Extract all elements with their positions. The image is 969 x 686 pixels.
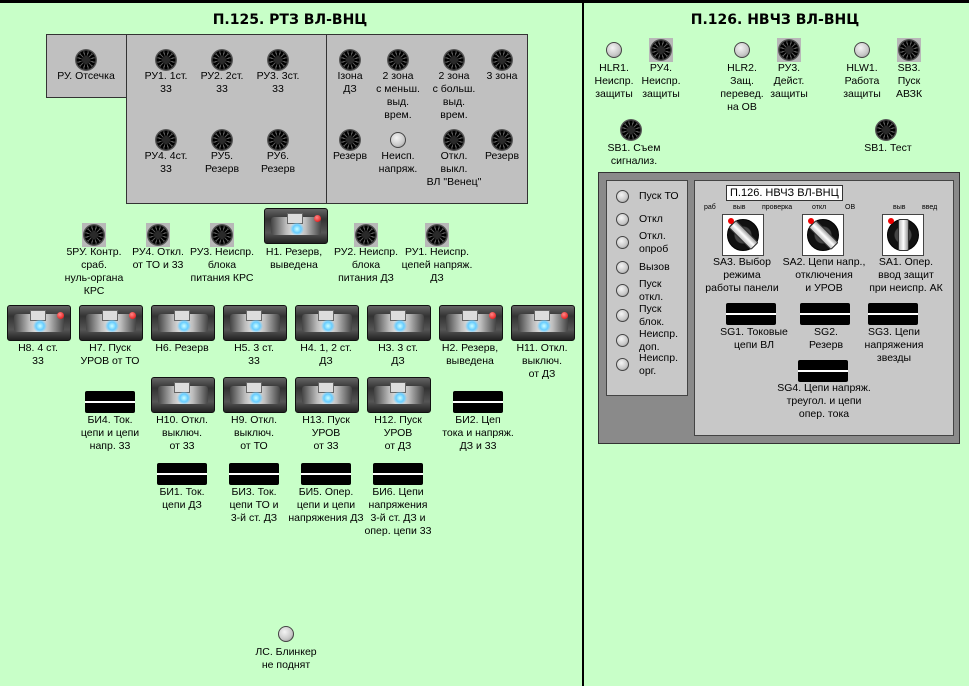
- sa3-switch[interactable]: [722, 214, 764, 256]
- hlr2-lamp: [734, 42, 750, 58]
- ru1-neispr-knob[interactable]: [426, 224, 448, 246]
- indicator-lamp-1: [615, 212, 629, 226]
- sa1-label: SA1. Опер. ввод защит при неиспр. АК: [869, 256, 943, 294]
- sa3-pos-mid: выв: [733, 204, 746, 211]
- hlr1-lamp: [606, 42, 622, 58]
- rezerv-a-knob[interactable]: [339, 129, 361, 151]
- h11-label: Н11. Откл. выключ. от ДЗ: [516, 342, 568, 380]
- h13-device[interactable]: [295, 377, 359, 413]
- sb1-test-label: SB1. Тест: [864, 142, 912, 154]
- sb1-reset-label: SB1. Съем сигнализ.: [607, 142, 661, 167]
- h11-device[interactable]: [511, 305, 575, 341]
- bi4-block[interactable]: [85, 391, 135, 413]
- indicator-label-7: Неиспр. орг.: [639, 352, 678, 377]
- sg4-label: SG4. Цепи напряж. треугол. и цепи опер. …: [777, 382, 871, 420]
- ru-otsechka-label: РУ. Отсечка: [57, 70, 115, 82]
- ru2-neispr-knob[interactable]: [355, 224, 377, 246]
- indicator-label-0: Пуск ТО: [639, 190, 679, 202]
- sg3-label: SG3. Цепи напряжения звезды: [864, 326, 924, 364]
- bi2-block[interactable]: [453, 391, 503, 413]
- bi3-block[interactable]: [229, 463, 279, 485]
- sa3-pos-left: раб: [704, 204, 716, 211]
- sg3-block[interactable]: [868, 303, 918, 325]
- bi6-block[interactable]: [373, 463, 423, 485]
- izona-knob[interactable]: [339, 49, 361, 71]
- h9-device[interactable]: [223, 377, 287, 413]
- sg2-block[interactable]: [800, 303, 850, 325]
- blinker-lamp: [278, 626, 294, 642]
- h3-device[interactable]: [367, 305, 431, 341]
- sb1-test-knob[interactable]: [875, 119, 897, 141]
- h7-device[interactable]: [79, 305, 143, 341]
- ru3r-label: РУ3. Дейст. защиты: [770, 62, 808, 100]
- ru-otsechka-knob[interactable]: [75, 49, 97, 71]
- sb1-reset-knob[interactable]: [620, 119, 642, 141]
- ru1-knob[interactable]: [155, 49, 177, 71]
- sa2-switch[interactable]: [802, 214, 844, 256]
- ru4-otkl-knob[interactable]: [147, 224, 169, 246]
- bi1-block[interactable]: [157, 463, 207, 485]
- sa1-pos-right: введ: [922, 204, 938, 211]
- h5-device[interactable]: [223, 305, 287, 341]
- bi6-label: БИ6. Цепи напряжения 3-й ст. ДЗ и опер. …: [364, 486, 432, 537]
- h6-device[interactable]: [151, 305, 215, 341]
- sa2-pos-right: ОВ: [845, 204, 856, 211]
- ru3r-knob[interactable]: [778, 39, 800, 61]
- sg4-block[interactable]: [798, 360, 848, 382]
- sa3-pos-right: проверка: [762, 204, 793, 211]
- ru4-knob[interactable]: [155, 129, 177, 151]
- otkl-vykl-knob[interactable]: [443, 129, 465, 151]
- ru2-knob[interactable]: [211, 49, 233, 71]
- indicator-lamp-5: [615, 308, 629, 322]
- zona2m-knob[interactable]: [387, 49, 409, 71]
- hlw1-lamp: [854, 42, 870, 58]
- sa1-switch[interactable]: [882, 214, 924, 256]
- ru4r-knob[interactable]: [650, 39, 672, 61]
- sa2-pos-left: откл: [812, 204, 827, 211]
- neispr-napr-lamp: [390, 132, 406, 148]
- ru3-knob[interactable]: [267, 49, 289, 71]
- h1-device[interactable]: [264, 208, 328, 244]
- ru3-neispr-knob[interactable]: [211, 224, 233, 246]
- right-panel-title: П.126. НВЧЗ ВЛ-ВНЦ: [690, 12, 860, 28]
- h4-device[interactable]: [295, 305, 359, 341]
- h8-device[interactable]: [7, 305, 71, 341]
- left-panel-title: П.125. РТЗ ВЛ-ВНЦ: [212, 12, 368, 28]
- h10-device[interactable]: [151, 377, 215, 413]
- sa1-pos-left: выв: [893, 204, 906, 211]
- top-border: [0, 0, 969, 3]
- 5ru-knob[interactable]: [83, 224, 105, 246]
- indicator-lamp-7: [615, 357, 629, 371]
- indicator-lamp-3: [615, 260, 629, 274]
- ru1-neispr-label: РУ1. Неиспр. цепей напряж. ДЗ: [401, 246, 473, 284]
- ru6-knob[interactable]: [267, 129, 289, 151]
- indicator-label-6: Неиспр. доп.: [639, 328, 678, 353]
- ru5-knob[interactable]: [211, 129, 233, 151]
- h12-device[interactable]: [367, 377, 431, 413]
- rezerv-b-knob[interactable]: [491, 129, 513, 151]
- ru4r-label: РУ4. Неиспр. защиты: [641, 62, 681, 100]
- indicator-label-1: Откл: [639, 213, 663, 225]
- zona2b-knob[interactable]: [443, 49, 465, 71]
- sb3-knob[interactable]: [898, 39, 920, 61]
- sg1-block[interactable]: [726, 303, 776, 325]
- indicator-lamp-6: [615, 333, 629, 347]
- blinker-label: ЛС. Блинкер не поднят: [255, 646, 317, 671]
- indicator-lamp-0: [615, 189, 629, 203]
- h2-device[interactable]: [439, 305, 503, 341]
- zona3-label: 3 зона: [486, 70, 518, 82]
- panel-tooltip: П.126. НВЧЗ ВЛ-ВНЦ: [726, 185, 843, 201]
- indicator-lamp-2: [615, 235, 629, 249]
- indicator-label-5: Пуск блок.: [639, 303, 665, 328]
- bi5-block[interactable]: [301, 463, 351, 485]
- rezerv-b-label: Резерв: [484, 150, 520, 162]
- sb3-label: SB3. Пуск АВЗК: [895, 62, 923, 100]
- indicator-label-4: Пуск откл.: [639, 278, 664, 303]
- indicator-label-3: Вызов: [639, 261, 670, 273]
- indicator-lamp-4: [615, 283, 629, 297]
- indicator-label-2: Откл. опроб: [639, 230, 669, 255]
- zona3-knob[interactable]: [491, 49, 513, 71]
- bi2-label: БИ2. Цеп тока и напряж. ДЗ и 33: [442, 414, 514, 452]
